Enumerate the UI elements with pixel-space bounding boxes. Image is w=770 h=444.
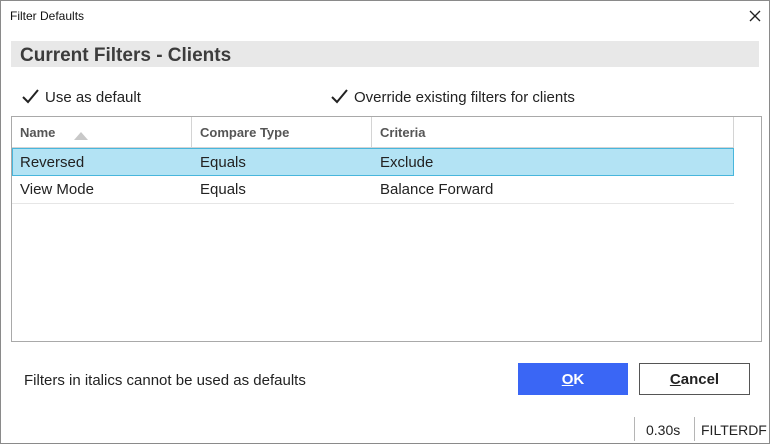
filter-defaults-dialog: Filter Defaults Current Filters - Client…: [0, 0, 770, 444]
grid-header: Name Compare Type Criteria: [12, 117, 734, 148]
column-header-criteria[interactable]: Criteria: [372, 117, 734, 147]
status-divider: [694, 417, 695, 441]
cell-criteria: Balance Forward: [380, 181, 494, 198]
override-existing-checkbox[interactable]: Override existing filters for clients: [329, 86, 575, 108]
window-title: Filter Defaults: [10, 9, 85, 23]
filters-grid: Name Compare Type Criteria Reversed Equa…: [11, 116, 762, 342]
column-header-name[interactable]: Name: [12, 117, 192, 147]
table-row[interactable]: Reversed Equals Exclude: [12, 148, 734, 176]
cell-compare-type: Equals: [200, 154, 246, 171]
status-time: 0.30s: [646, 422, 681, 438]
cancel-button-label: Cancel: [669, 370, 720, 388]
checkmark-icon: [329, 87, 349, 107]
checkmark-icon: [20, 87, 40, 107]
use-as-default-checkbox[interactable]: Use as default: [20, 86, 141, 108]
status-code: FILTERDF: [701, 422, 767, 438]
cancel-button[interactable]: Cancel: [639, 363, 750, 395]
cell-compare-type: Equals: [200, 181, 246, 198]
use-as-default-label: Use as default: [45, 88, 141, 106]
column-header-label: Criteria: [380, 125, 426, 140]
cell-name: Reversed: [20, 154, 85, 171]
column-header-compare-type[interactable]: Compare Type: [192, 117, 372, 147]
override-existing-label: Override existing filters for clients: [354, 88, 575, 106]
section-header: Current Filters - Clients: [11, 41, 759, 67]
status-bar: 0.30s FILTERDF: [634, 415, 769, 443]
ok-button-label: OK: [561, 370, 585, 388]
column-header-label: Compare Type: [200, 125, 290, 140]
cell-name: View Mode: [20, 181, 94, 198]
cell-criteria: Exclude: [380, 154, 434, 171]
close-icon[interactable]: [745, 6, 765, 26]
sort-ascending-icon: [74, 128, 88, 143]
column-header-label: Name: [20, 125, 56, 140]
title-bar: Filter Defaults: [1, 1, 769, 31]
ok-button[interactable]: OK: [518, 363, 628, 395]
table-row[interactable]: View Mode Equals Balance Forward: [12, 176, 734, 204]
status-divider: [634, 417, 635, 441]
section-title: Current Filters - Clients: [20, 45, 232, 66]
italics-note: Filters in italics cannot be used as def…: [24, 372, 306, 389]
